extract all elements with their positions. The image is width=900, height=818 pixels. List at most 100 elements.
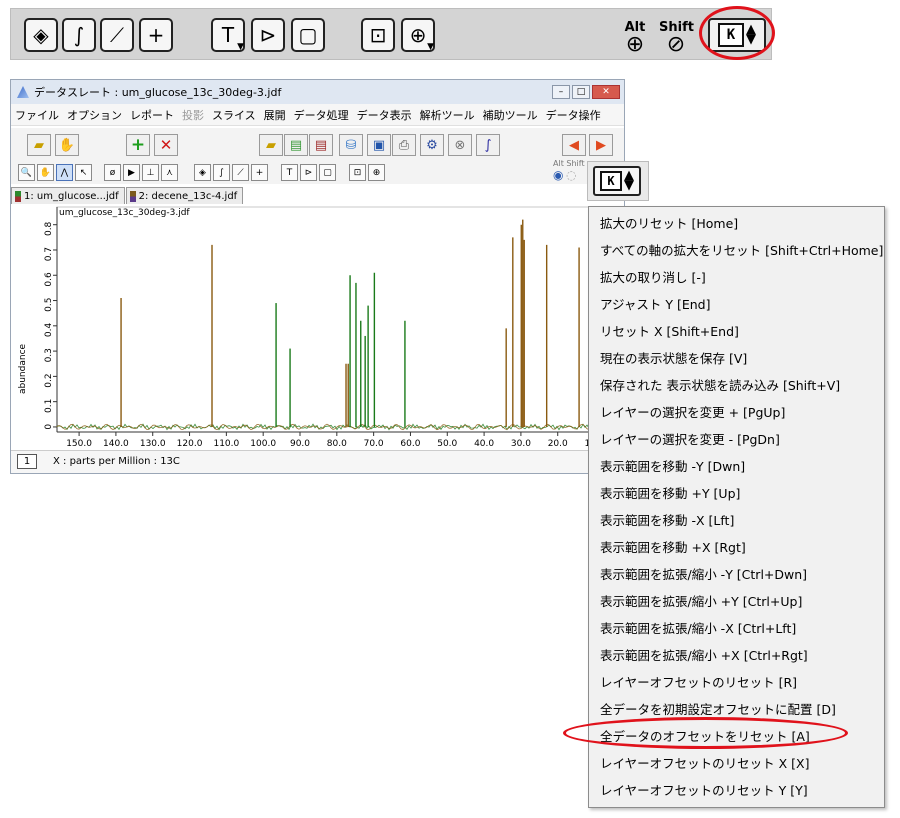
tab-decene[interactable]: 2: decene_13c-4.jdf bbox=[125, 187, 244, 204]
menu-options[interactable]: オプション bbox=[67, 107, 122, 123]
pan-hand-icon[interactable]: ✋ bbox=[37, 164, 54, 181]
menu-item-reset-x[interactable]: リセット X [Shift+End] bbox=[589, 318, 884, 345]
x-tick-label: 130.0 bbox=[140, 439, 166, 449]
menu-item-undo-zoom[interactable]: 拡大の取り消し [-] bbox=[589, 264, 884, 291]
target-small-icon[interactable]: ⊕ bbox=[368, 164, 385, 181]
menu-expand[interactable]: 展開 bbox=[264, 107, 286, 123]
close-button[interactable]: ✕ bbox=[592, 85, 620, 99]
diamond-tool-icon[interactable]: ◈ bbox=[24, 18, 58, 52]
menu-data-operations[interactable]: データ操作 bbox=[546, 107, 601, 123]
maximize-button[interactable]: □ bbox=[572, 85, 590, 99]
remove-icon[interactable]: ✕ bbox=[154, 134, 178, 156]
zoom-menu-button[interactable]: K ▲ ▼ bbox=[708, 18, 766, 52]
target-tool-icon[interactable]: ⊕ ▼ bbox=[401, 18, 435, 52]
zoom-menu-button-small[interactable]: K ▲ ▼ bbox=[593, 166, 641, 196]
add-layer-icon[interactable]: ▤ bbox=[284, 134, 308, 156]
x-tick-label: 110.0 bbox=[213, 439, 239, 449]
integral-icon[interactable]: ∫ bbox=[476, 134, 500, 156]
next-arrow-icon[interactable]: ▶ bbox=[589, 134, 613, 156]
menu-item-move-plus-y[interactable]: 表示範囲を移動 +Y [Up] bbox=[589, 480, 884, 507]
stop-icon[interactable]: ⊗ bbox=[448, 134, 472, 156]
menu-item-reset-all-axes[interactable]: すべての軸の拡大をリセット [Shift+Ctrl+Home] bbox=[589, 237, 884, 264]
menu-analysis-tools[interactable]: 解析ツール bbox=[420, 107, 475, 123]
window-title: データスレート : um_glucose_13c_30deg-3.jdf bbox=[34, 86, 282, 99]
menu-data-processing[interactable]: データ処理 bbox=[294, 107, 349, 123]
integral-small-icon[interactable]: ∫ bbox=[213, 164, 230, 181]
layer-number[interactable]: 1 bbox=[17, 454, 37, 469]
menu-item-reset-layer-offset[interactable]: レイヤーオフセットのリセット [R] bbox=[589, 669, 884, 696]
menu-item-move-minus-x[interactable]: 表示範囲を移動 -X [Lft] bbox=[589, 507, 884, 534]
x-tick-label: 60.0 bbox=[400, 439, 420, 449]
x-tick-label: 70.0 bbox=[364, 439, 384, 449]
text-tool-icon[interactable]: T ▼ bbox=[211, 18, 245, 52]
slash-tool-icon[interactable]: ø bbox=[104, 164, 121, 181]
previous-arrow-icon[interactable]: ◀ bbox=[562, 134, 586, 156]
menu-helper-tools[interactable]: 補助ツール bbox=[483, 107, 538, 123]
menu-item-scale-plus-x[interactable]: 表示範囲を拡張/縮小 +X [Ctrl+Rgt] bbox=[589, 642, 884, 669]
menu-item-layer-prev[interactable]: レイヤーの選択を変更 - [PgDn] bbox=[589, 426, 884, 453]
pointer-icon[interactable]: ↖ bbox=[75, 164, 92, 181]
menu-item-default-offset[interactable]: 全データを初期設定オフセットに配置 [D] bbox=[589, 696, 884, 723]
menu-item-scale-plus-y[interactable]: 表示範囲を拡張/縮小 +Y [Ctrl+Up] bbox=[589, 588, 884, 615]
zoom-icon[interactable]: 🔍 bbox=[18, 164, 35, 181]
x-tick-label: 20.0 bbox=[548, 439, 568, 449]
ruler-small-icon[interactable]: ⟋ bbox=[232, 164, 249, 181]
mini-shift-label: Shift bbox=[566, 159, 585, 168]
diamond-small-icon[interactable]: ◈ bbox=[194, 164, 211, 181]
tool-settings-icon[interactable]: ⚙ bbox=[420, 134, 444, 156]
peak-select-icon[interactable]: ⋀ bbox=[56, 164, 73, 181]
frame-tool-icon[interactable]: ▢ bbox=[291, 18, 325, 52]
menu-item-move-plus-x[interactable]: 表示範囲を移動 +X [Rgt] bbox=[589, 534, 884, 561]
up-down-arrow-icon: ▲ ▼ bbox=[746, 22, 756, 47]
y-tick-label: 0.7 bbox=[44, 247, 54, 261]
menu-item-layer-next[interactable]: レイヤーの選択を変更 + [PgUp] bbox=[589, 399, 884, 426]
menu-item-reset-layer-offset-y[interactable]: レイヤーオフセットのリセット Y [Y] bbox=[589, 777, 884, 804]
menu-item-scale-minus-x[interactable]: 表示範囲を拡張/縮小 -X [Ctrl+Lft] bbox=[589, 615, 884, 642]
menu-item-reset-all-offsets[interactable]: 全データのオフセットをリセット [A] bbox=[589, 723, 884, 750]
x-tick-label: 120.0 bbox=[177, 439, 203, 449]
menu-slice[interactable]: スライス bbox=[212, 107, 256, 123]
alt-crosshair-icon: ⊕ bbox=[625, 32, 645, 57]
menu-item-scale-minus-y[interactable]: 表示範囲を拡張/縮小 -Y [Ctrl+Dwn] bbox=[589, 561, 884, 588]
cursor-arrow-icon[interactable]: ▶ bbox=[123, 164, 140, 181]
save-icon[interactable]: ▣ bbox=[367, 134, 391, 156]
remove-layer-icon[interactable]: ▤ bbox=[309, 134, 333, 156]
menu-item-reset-zoom[interactable]: 拡大のリセット [Home] bbox=[589, 210, 884, 237]
shift-modifier-indicator: Shift ⊘ bbox=[659, 21, 694, 56]
open-folder-icon[interactable]: ▰ bbox=[27, 134, 51, 156]
baseline-tool-icon[interactable]: ⊥ bbox=[142, 164, 159, 181]
peak-pick-icon[interactable]: ⋏ bbox=[161, 164, 178, 181]
status-bar: 1 X : parts per Million : 13C bbox=[11, 450, 624, 473]
frame-arrow-small-icon[interactable]: ⊳ bbox=[300, 164, 317, 181]
open-file-icon[interactable]: ▰ bbox=[259, 134, 283, 156]
minimize-button[interactable]: – bbox=[552, 85, 570, 99]
ruler-tool-icon[interactable]: ⟋ bbox=[100, 18, 134, 52]
hand-icon[interactable]: ✋ bbox=[55, 134, 79, 156]
nmr-spectrum-plot[interactable]: um_glucose_13c_30deg-3.jdf abundance 150… bbox=[11, 204, 624, 450]
menu-report[interactable]: レポート bbox=[130, 107, 174, 123]
tab-glucose[interactable]: 1: um_glucose...jdf bbox=[11, 187, 125, 204]
menu-data-display[interactable]: データ表示 bbox=[357, 107, 412, 123]
menu-item-load-view[interactable]: 保存された 表示状態を読み込み [Shift+V] bbox=[589, 372, 884, 399]
crosshair-small-icon[interactable]: + bbox=[251, 164, 268, 181]
integral-tool-icon[interactable]: ∫ bbox=[62, 18, 96, 52]
menu-projection[interactable]: 投影 bbox=[182, 107, 204, 123]
crosshair-tool-icon[interactable]: + bbox=[139, 18, 173, 52]
menu-item-adjust-y[interactable]: アジャスト Y [End] bbox=[589, 291, 884, 318]
point-small-icon[interactable]: ⊡ bbox=[349, 164, 366, 181]
menu-item-move-minus-y[interactable]: 表示範囲を移動 -Y [Dwn] bbox=[589, 453, 884, 480]
alt-modifier-indicator: Alt ⊕ bbox=[618, 21, 652, 56]
frame-small-icon[interactable]: ▢ bbox=[319, 164, 336, 181]
y-tick-label: 0.2 bbox=[44, 373, 54, 387]
database-icon[interactable]: ⛁ bbox=[339, 134, 363, 156]
primary-toolbar: ▰ ✋ + ✕ ▰ ▤ ▤ ⛁ ▣ ⎙ ⚙ ⊗ ∫ ◀ ▶ bbox=[11, 128, 624, 162]
menu-item-save-view[interactable]: 現在の表示状態を保存 [V] bbox=[589, 345, 884, 372]
print-icon[interactable]: ⎙ bbox=[392, 134, 416, 156]
text-small-icon[interactable]: T bbox=[281, 164, 298, 181]
menu-file[interactable]: ファイル bbox=[15, 107, 59, 123]
frame-arrow-tool-icon[interactable]: ⊳ bbox=[251, 18, 285, 52]
y-tick-label: 0.8 bbox=[44, 221, 54, 236]
point-tool-icon[interactable]: ⊡ bbox=[361, 18, 395, 52]
menu-item-reset-layer-offset-x[interactable]: レイヤーオフセットのリセット X [X] bbox=[589, 750, 884, 777]
add-icon[interactable]: + bbox=[126, 134, 150, 156]
